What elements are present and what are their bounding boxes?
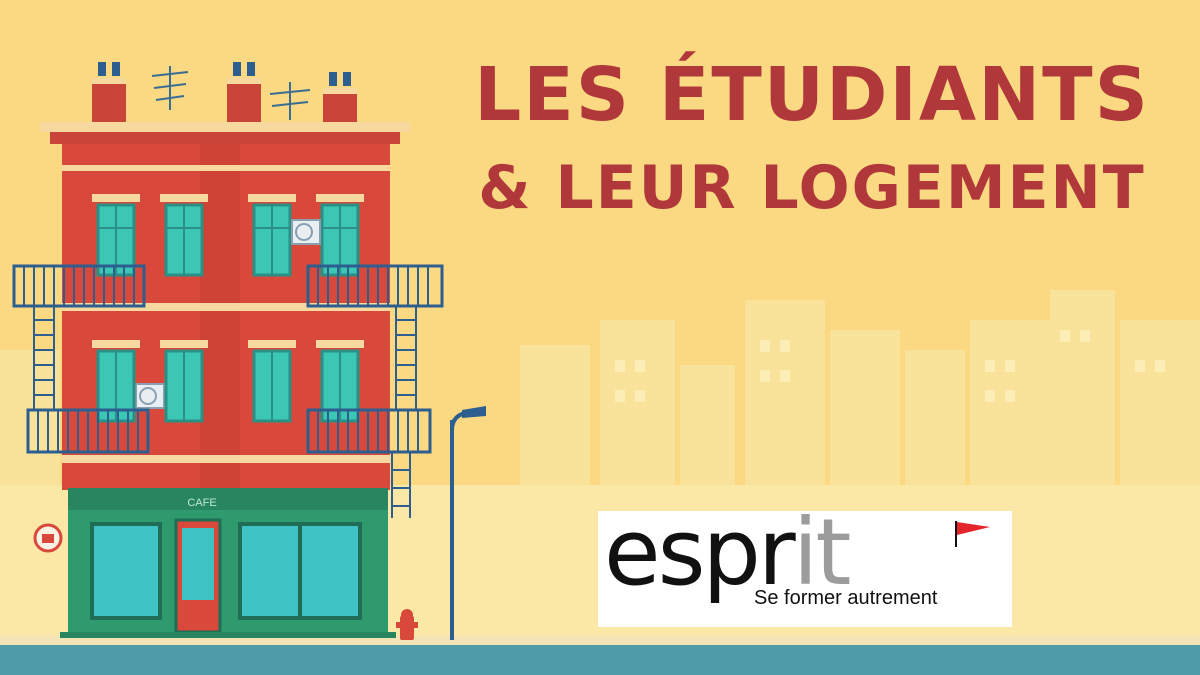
shop-sign-text: CAFE [187, 497, 216, 509]
logo-wordmark: esprit [604, 507, 851, 599]
cafe-sign-icon [33, 523, 63, 553]
title-line-2: & LEUR LOGEMENT [478, 153, 1146, 223]
esprit-logo: esprit Se former autrement [598, 507, 1012, 627]
title-line-1: LES ÉTUDIANTS [474, 52, 1150, 138]
street [0, 645, 1200, 675]
flag-icon [955, 521, 990, 547]
logo-tagline: Se former autrement [754, 587, 938, 609]
apartment-building [12, 62, 444, 638]
banner-title: LES ÉTUDIANTS & LEUR LOGEMENT [462, 58, 1162, 218]
shop-sign: CAFE [187, 497, 216, 509]
